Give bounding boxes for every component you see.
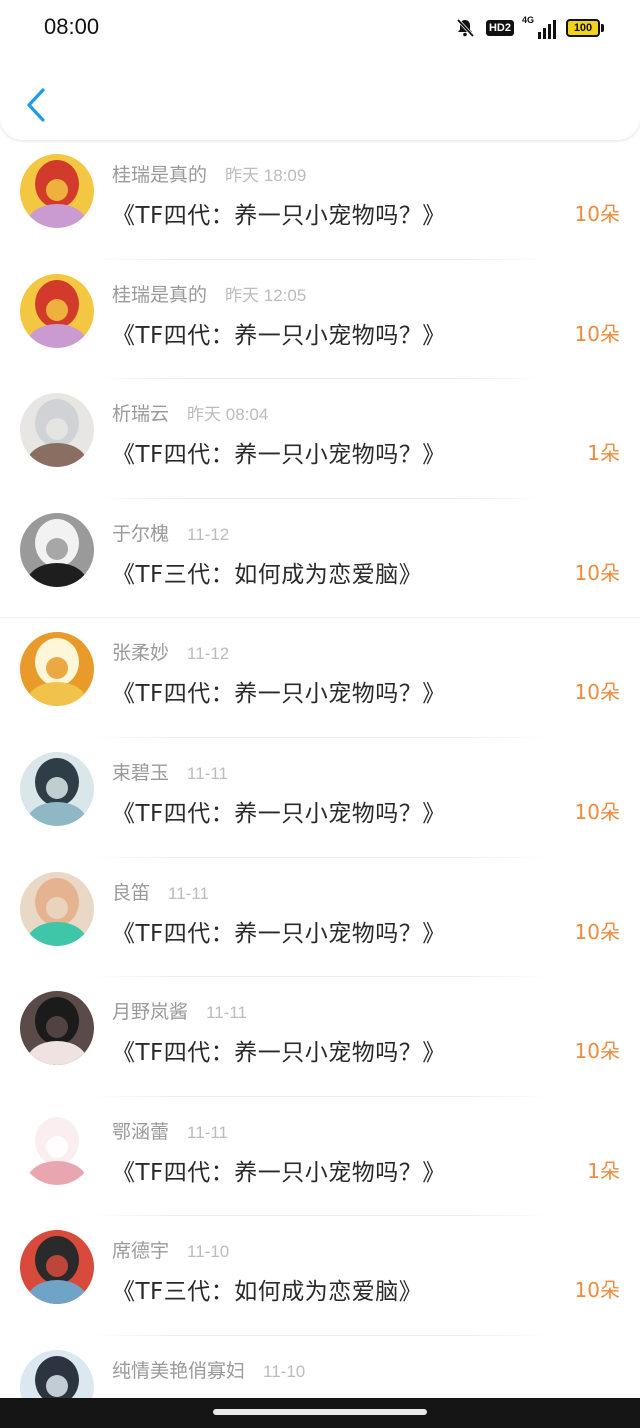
book-title[interactable]: 《TF四代：养一只小宠物吗？》 (112, 674, 446, 708)
timestamp: 11-11 (206, 1003, 247, 1023)
flower-count: 10朵 (574, 1278, 620, 1303)
chevron-left-icon (27, 88, 45, 122)
user-meta: 张柔妙 11-12 (112, 638, 229, 665)
avatar[interactable] (20, 154, 94, 228)
timestamp: 11-11 (168, 883, 209, 903)
timestamp: 11-12 (187, 524, 230, 544)
book-title[interactable]: 《TF四代：养一只小宠物吗？》 (112, 435, 446, 469)
user-name[interactable]: 鄂涵蕾 (112, 1117, 169, 1144)
status-icons: HD2 4G 100 (454, 15, 604, 41)
list-item[interactable]: 席德宇 11-10 《TF三代：如何成为恋爱脑》 10朵 (0, 1216, 640, 1336)
home-indicator (0, 1398, 640, 1428)
flower-count: 1朵 (587, 1158, 620, 1183)
timestamp: 昨天 08:04 (187, 405, 269, 425)
user-meta: 束碧玉 11-11 (112, 758, 228, 785)
user-name[interactable]: 桂瑞是真的 (112, 160, 207, 187)
avatar[interactable] (20, 273, 94, 348)
user-meta: 鄂涵蕾 11-11 (112, 1117, 228, 1144)
signal-icon: 4G (522, 15, 556, 39)
avatar[interactable] (20, 1110, 94, 1185)
book-title[interactable]: 《TF三代：如何成为恋爱脑》 (112, 555, 422, 589)
timestamp: 11-11 (187, 763, 228, 783)
timestamp: 昨天 12:05 (225, 285, 307, 305)
list-item[interactable]: 月野岚酱 11-11 《TF四代：养一只小宠物吗？》 10朵 (0, 977, 640, 1097)
list-item[interactable]: 桂瑞是真的 昨天 12:05 《TF四代：养一只小宠物吗？》 10朵 (0, 260, 640, 380)
timestamp: 11-11 (187, 1122, 228, 1142)
list-item[interactable]: 于尔槐 11-12 《TF三代：如何成为恋爱脑》 10朵 (0, 499, 640, 619)
avatar[interactable] (20, 751, 94, 826)
user-name[interactable]: 席德宇 (112, 1236, 169, 1263)
list-item[interactable]: 束碧玉 11-11 《TF四代：养一只小宠物吗？》 10朵 (0, 738, 640, 858)
avatar[interactable] (20, 871, 94, 946)
flower-count: 10朵 (574, 560, 620, 585)
battery-icon: 100 (566, 19, 604, 37)
user-name[interactable]: 于尔槐 (112, 519, 169, 546)
avatar[interactable] (20, 393, 94, 468)
flower-count: 1朵 (587, 441, 620, 466)
user-name[interactable]: 束碧玉 (112, 758, 169, 785)
user-meta: 纯情美艳俏寡妇 11-10 (112, 1356, 305, 1383)
hd-icon: HD2 (485, 20, 514, 36)
timestamp: 昨天 18:09 (225, 166, 307, 185)
top-bar: 08:00 HD2 4G 100 (0, 0, 640, 140)
timestamp: 11-10 (187, 1242, 230, 1262)
home-indicator-bar[interactable] (213, 1409, 427, 1415)
book-title[interactable]: 《TF四代：养一只小宠物吗？》 (112, 1153, 446, 1187)
list-item[interactable]: 良笛 11-11 《TF四代：养一只小宠物吗？》 10朵 (0, 858, 640, 978)
gift-record-list: 桂瑞是真的 昨天 18:09 《TF四代：养一只小宠物吗？》 10朵 桂瑞是真的 昨天 1… (0, 140, 640, 1428)
book-title[interactable]: 《TF四代：养一只小宠物吗？》 (112, 794, 446, 828)
book-title[interactable]: 《TF四代：养一只小宠物吗？》 (112, 914, 446, 948)
user-meta: 桂瑞是真的 昨天 12:05 (112, 280, 306, 307)
status-time: 08:00 (44, 14, 100, 39)
list-item[interactable]: 鄂涵蕾 11-11 《TF四代：养一只小宠物吗？》 1朵 (0, 1097, 640, 1217)
book-title[interactable]: 《TF四代：养一只小宠物吗？》 (112, 196, 446, 230)
user-name[interactable]: 良笛 (112, 878, 150, 905)
user-meta: 析瑞云 昨天 08:04 (112, 399, 268, 426)
avatar[interactable] (20, 1230, 94, 1305)
avatar[interactable] (20, 632, 94, 707)
user-meta: 良笛 11-11 (112, 878, 209, 905)
flower-count: 10朵 (574, 919, 620, 944)
book-title[interactable]: 《TF四代：养一只小宠物吗？》 (112, 1033, 446, 1067)
battery-level: 100 (566, 19, 600, 37)
user-meta: 月野岚酱 11-11 (112, 997, 247, 1024)
user-meta: 席德宇 11-10 (112, 1236, 229, 1263)
back-button[interactable] (20, 84, 52, 126)
network-type-label: 4G (522, 15, 535, 25)
user-name[interactable]: 月野岚酱 (112, 997, 188, 1024)
user-name[interactable]: 桂瑞是真的 (112, 280, 207, 307)
flower-count: 10朵 (574, 202, 620, 226)
flower-count: 10朵 (574, 1039, 620, 1064)
avatar[interactable] (20, 512, 94, 587)
flower-count: 10朵 (574, 321, 620, 346)
avatar[interactable] (20, 991, 94, 1066)
timestamp: 11-12 (187, 644, 230, 664)
list-item[interactable]: 析瑞云 昨天 08:04 《TF四代：养一只小宠物吗？》 1朵 (0, 379, 640, 499)
user-meta: 桂瑞是真的 昨天 18:09 (112, 160, 306, 187)
list-item[interactable]: 桂瑞是真的 昨天 18:09 《TF四代：养一只小宠物吗？》 10朵 (0, 140, 640, 260)
flower-count: 10朵 (574, 799, 620, 824)
user-name[interactable]: 纯情美艳俏寡妇 (112, 1356, 245, 1383)
user-name[interactable]: 析瑞云 (112, 399, 169, 426)
book-title[interactable]: 《TF四代：养一只小宠物吗？》 (112, 316, 446, 350)
list-item[interactable]: 张柔妙 11-12 《TF四代：养一只小宠物吗？》 10朵 (0, 618, 640, 738)
book-title[interactable]: 《TF三代：如何成为恋爱脑》 (112, 1272, 422, 1306)
flower-count: 10朵 (574, 680, 620, 705)
user-name[interactable]: 张柔妙 (112, 638, 169, 665)
timestamp: 11-10 (263, 1361, 306, 1381)
user-meta: 于尔槐 11-12 (112, 519, 229, 546)
mute-bell-icon (456, 18, 475, 38)
